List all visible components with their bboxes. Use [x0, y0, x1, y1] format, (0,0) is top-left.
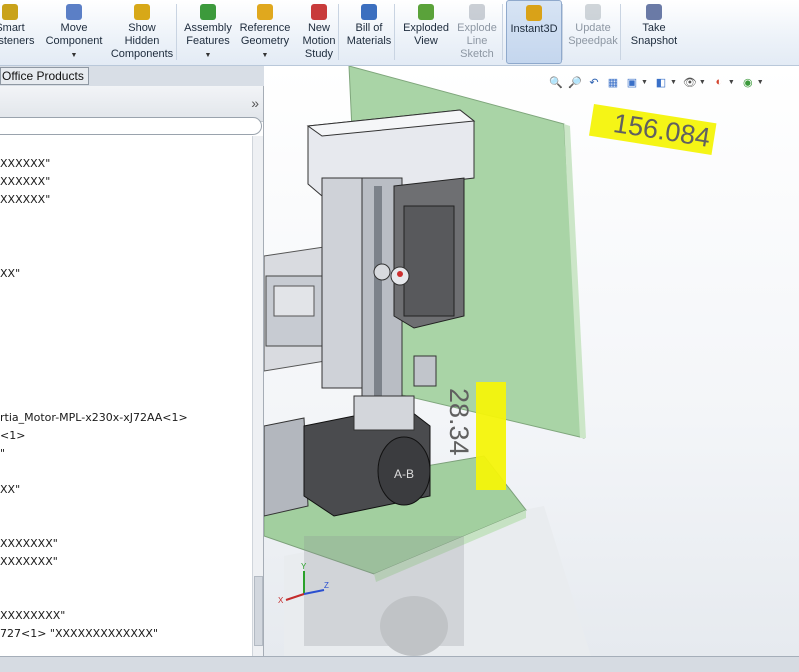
move-component-icon	[66, 4, 82, 20]
move-component-label: Move Component	[45, 22, 103, 47]
svg-text:A-B: A-B	[394, 467, 414, 481]
tab-office-products[interactable]: Office Products	[0, 67, 89, 85]
exploded-view-icon	[418, 4, 434, 20]
dimension-side[interactable]: 28.34	[443, 388, 474, 456]
instant3d-button[interactable]: Instant3D	[506, 0, 562, 64]
reference-geometry-icon	[257, 4, 273, 20]
snapshot-icon	[646, 4, 662, 20]
tree-item[interactable]: rtia_Motor-MPL-x230x-xJ72AA<1>	[0, 411, 188, 424]
ribbon-separator	[394, 4, 395, 60]
chevron-down-icon[interactable]: ▼	[699, 79, 706, 86]
display-style-icon[interactable]: ◧	[653, 74, 669, 90]
feature-tree: XXXXXX" XXXXXX" XXXXXX" XX" rtia_Motor-MPL-x…	[0, 157, 252, 667]
apply-scene-icon[interactable]: ◉	[740, 74, 756, 90]
take-snapshot-label: Take Snapshot	[630, 22, 678, 47]
status-bar	[0, 656, 799, 672]
show-hidden-icon	[134, 4, 150, 20]
tree-item[interactable]: "	[0, 447, 5, 460]
panel-scrollbar[interactable]: ▼	[252, 136, 263, 668]
bill-of-materials-label: Bill of Materials	[346, 22, 392, 47]
tree-item[interactable]: XXXXXXX"	[0, 537, 58, 550]
motion-study-icon	[311, 4, 327, 20]
chevron-down-icon[interactable]: ▼	[757, 79, 764, 86]
chevron-down-icon[interactable]: ▼	[641, 79, 648, 86]
command-manager-ribbon: Smart Fasteners Move Component ▼ Show Hidde…	[0, 0, 799, 66]
tree-item[interactable]: XXXXXX"	[0, 175, 50, 188]
smart-fasteners-icon	[2, 4, 18, 20]
tree-item[interactable]: XXXXXXXX"	[0, 609, 65, 622]
tree-item[interactable]: XX"	[0, 267, 20, 280]
assembly-features-label: Assembly Features	[184, 22, 232, 47]
assembly-features-button[interactable]: Assembly Features ▼	[182, 0, 234, 64]
tree-item[interactable]: XXXXXX"	[0, 193, 50, 206]
update-speedpak-button[interactable]: Update Speedpak	[566, 0, 620, 64]
tab-strip: Office Products	[0, 66, 264, 86]
chevron-down-icon[interactable]: ▼	[71, 49, 78, 62]
hide-show-items-icon[interactable]: 👁	[682, 74, 698, 90]
chevron-down-icon[interactable]: ▼	[205, 49, 212, 62]
assembly-model: A-B Y X Z	[264, 66, 591, 656]
show-hidden-button[interactable]: Show Hidden Components	[110, 0, 174, 64]
take-snapshot-button[interactable]: Take Snapshot	[626, 0, 682, 64]
zoom-to-area-icon[interactable]: 🔎	[567, 74, 583, 90]
scrollbar-thumb[interactable]	[254, 576, 263, 646]
update-speedpak-label: Update Speedpak	[568, 22, 618, 47]
tree-item[interactable]: XX"	[0, 483, 20, 496]
previous-view-icon[interactable]: ↶	[586, 74, 602, 90]
tree-item[interactable]: 727<1> "XXXXXXXXXXXXX"	[0, 627, 158, 640]
smart-fasteners-label: Smart Fasteners	[0, 22, 35, 47]
explode-line-sketch-label: Explode Line Sketch	[457, 22, 497, 60]
new-motion-study-label: New Motion Study	[302, 22, 336, 60]
ribbon-separator	[502, 4, 503, 60]
ribbon-separator	[338, 4, 339, 60]
smart-fasteners-button[interactable]: Smart Fasteners	[0, 0, 40, 64]
instant3d-label: Instant3D	[510, 23, 558, 35]
chevron-down-icon[interactable]: ▼	[262, 49, 269, 62]
svg-text:Z: Z	[324, 581, 329, 590]
section-view-icon[interactable]: ▦	[605, 74, 621, 90]
expand-panel-button[interactable]: »	[251, 95, 259, 111]
dimension-highlight-side	[476, 382, 506, 490]
heads-up-view-toolbar: 🔍 🔎 ↶ ▦ ▣ ▼ ◧ ▼ 👁 ▼ ◐ ▼ ◉ ▼	[548, 72, 766, 92]
edit-appearance-icon[interactable]: ◐	[711, 74, 727, 90]
move-component-button[interactable]: Move Component ▼	[44, 0, 104, 64]
ribbon-separator	[620, 4, 621, 60]
ribbon-separator	[176, 4, 177, 60]
instant3d-icon	[526, 5, 542, 21]
bill-of-materials-button[interactable]: Bill of Materials	[344, 0, 394, 64]
svg-text:Y: Y	[301, 562, 307, 571]
exploded-view-button[interactable]: Exploded View	[400, 0, 452, 64]
tree-filter-input[interactable]	[0, 117, 262, 135]
reference-geometry-label: Reference Geometry	[239, 22, 291, 47]
ribbon-separator	[562, 4, 563, 60]
explode-line-sketch-icon	[469, 4, 485, 20]
view-orientation-icon[interactable]: ▣	[624, 74, 640, 90]
exploded-view-label: Exploded View	[403, 22, 449, 47]
show-hidden-label: Show Hidden Components	[110, 22, 174, 60]
svg-text:X: X	[278, 596, 284, 605]
bill-of-materials-icon	[361, 4, 377, 20]
zoom-to-fit-icon[interactable]: 🔍	[548, 74, 564, 90]
reference-geometry-button[interactable]: Reference Geometry ▼	[236, 0, 294, 64]
chevron-down-icon[interactable]: ▼	[728, 79, 735, 86]
speedpak-icon	[585, 4, 601, 20]
tree-item[interactable]: XXXXXX"	[0, 157, 50, 170]
graphics-area[interactable]: A-B Y X Z	[264, 66, 799, 656]
feature-manager-panel: » XXXXXX" XXXXXX" XXXXXX" XX" rtia_Motor-MPL…	[0, 86, 264, 672]
chevron-down-icon[interactable]: ▼	[670, 79, 677, 86]
tree-item[interactable]: <1>	[0, 429, 25, 442]
tree-item[interactable]: XXXXXXX"	[0, 555, 58, 568]
assembly-features-icon	[200, 4, 216, 20]
new-motion-study-button[interactable]: New Motion Study	[298, 0, 340, 64]
explode-line-sketch-button[interactable]: Explode Line Sketch	[454, 0, 500, 64]
